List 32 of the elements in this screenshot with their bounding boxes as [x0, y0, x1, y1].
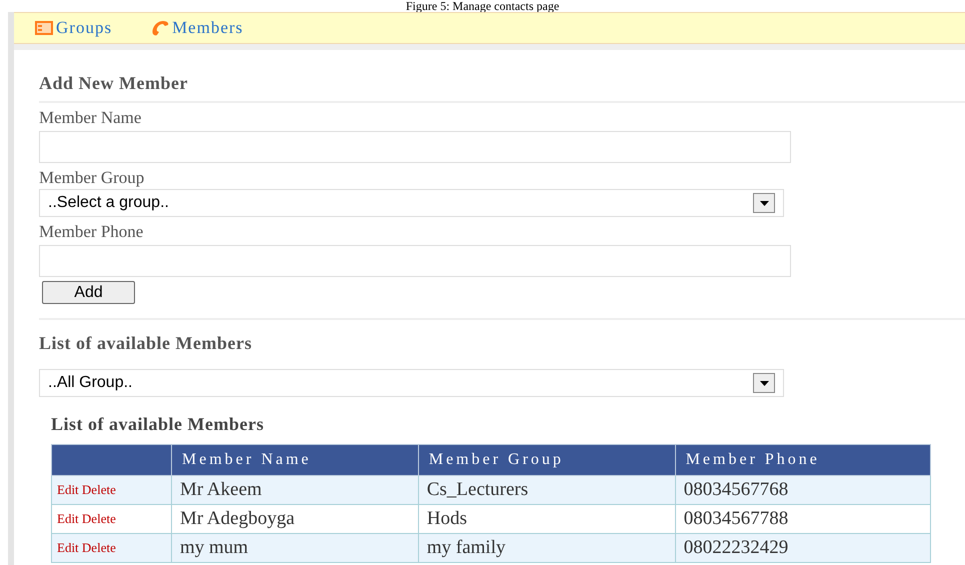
delete-link[interactable]: Delete — [82, 511, 116, 526]
table-cell: my mum — [172, 534, 418, 562]
dropdown-button[interactable] — [753, 193, 775, 213]
nav-link[interactable]: Groups — [34, 15, 112, 41]
field-label: Member Group — [39, 167, 146, 189]
delete-link[interactable]: Delete — [82, 540, 116, 556]
select-field[interactable]: ..All Group.. — [39, 369, 784, 397]
caret-icon — [760, 380, 768, 386]
caret-icon — [760, 200, 768, 206]
table-cell: 08022232429 — [675, 534, 930, 562]
field-label: Member Phone — [39, 221, 144, 243]
section-title: Add New Member — [39, 72, 189, 95]
list-icon — [34, 20, 54, 36]
field-label: Member Name — [39, 107, 142, 129]
add-button[interactable]: Add — [42, 281, 135, 304]
edit-link[interactable]: Edit — [57, 482, 79, 498]
select-field[interactable]: ..Select a group.. — [39, 189, 784, 217]
edit-link[interactable]: Edit — [57, 540, 79, 556]
dropdown-button[interactable] — [753, 373, 775, 393]
table-cell: my family — [418, 534, 676, 562]
header-cell: Member Phone — [675, 444, 930, 476]
header-cell: Member Name — [172, 444, 418, 476]
header-cell: Member Group — [418, 444, 676, 476]
figure-caption: Figure 5: Manage contacts page — [404, 0, 560, 12]
edit-link[interactable]: Edit — [57, 511, 79, 526]
phone-icon — [150, 19, 170, 37]
table-title: List of available Members — [51, 413, 265, 436]
section-title: List of available Members — [39, 332, 253, 355]
input-field[interactable] — [39, 131, 791, 163]
input-field[interactable] — [39, 245, 791, 277]
nav-link[interactable]: Members — [150, 15, 244, 41]
delete-link[interactable]: Delete — [82, 482, 116, 498]
